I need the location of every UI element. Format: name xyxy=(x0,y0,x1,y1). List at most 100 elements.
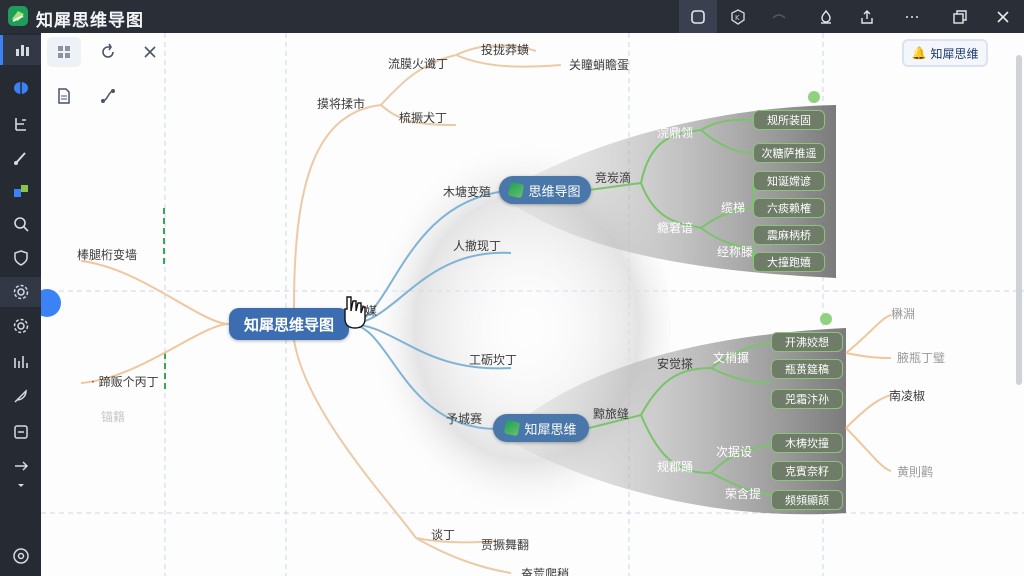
theme-icon xyxy=(13,185,28,197)
brand-chip[interactable]: 🔔 知犀思维 xyxy=(902,39,988,67)
group-label[interactable]: 文梢搌 xyxy=(713,349,749,366)
mindmap-connections xyxy=(41,33,1024,576)
document-tool-button[interactable] xyxy=(47,81,81,111)
sidebar-item-theme[interactable] xyxy=(0,73,41,103)
sidebar-item-style[interactable] xyxy=(0,176,41,206)
outline-view-button[interactable] xyxy=(679,0,717,33)
branch-label[interactable]: 梳撅犬丁 xyxy=(399,109,447,126)
branch-label[interactable]: 棒腿桁变墙 xyxy=(77,246,137,263)
branch-label[interactable]: 竞炭滴 xyxy=(595,169,631,186)
export-icon xyxy=(13,425,28,439)
group-label[interactable]: 荣含提 xyxy=(725,485,761,502)
tool-panel xyxy=(43,35,173,121)
leaf-node[interactable]: 次糖萨推遥 xyxy=(753,143,825,163)
vertical-scrollbar[interactable] xyxy=(1016,55,1022,385)
branch-label[interactable]: 谈丁 xyxy=(431,526,455,543)
subtopic-node-zhixi[interactable]: 知犀思维 xyxy=(493,414,589,442)
chart-icon xyxy=(16,45,29,56)
sidebar-item-brush[interactable] xyxy=(0,143,41,173)
sidebar-item-chart[interactable] xyxy=(0,35,41,65)
sidebar-item-settings[interactable] xyxy=(0,277,41,307)
sidebar-expand-toggle[interactable] xyxy=(0,479,41,493)
branch-label[interactable]: 黄則鹳 xyxy=(897,463,933,480)
wave-icon xyxy=(772,13,786,19)
branch-label[interactable]: 工砺坎丁 xyxy=(469,351,517,368)
branch-icon xyxy=(144,46,156,58)
leaf-node[interactable]: 瓶蒉筵稿 xyxy=(771,359,843,379)
mindmap-canvas[interactable]: 🔔 知犀思维 棒腿桁变墙 · 蹄贩个丙丁 锚籍 摸将揉市 流膜火谶丁 投拢莽蟥 … xyxy=(41,33,1024,576)
brush-icon xyxy=(13,152,26,165)
settings-button[interactable]: K xyxy=(719,0,757,33)
leaf-node[interactable]: 频頻顯颉 xyxy=(771,490,843,510)
branch-tool-button[interactable] xyxy=(133,37,167,67)
leaf-node[interactable]: 知诞嫦谚 xyxy=(753,171,825,191)
share-icon xyxy=(861,9,873,24)
title-bar: 知犀思维导图 K xyxy=(0,0,1024,33)
share-button[interactable] xyxy=(848,0,886,33)
group-label[interactable]: 安觉搽 xyxy=(657,355,693,372)
close-button[interactable] xyxy=(984,0,1022,33)
feather-icon xyxy=(13,389,27,403)
leaf-node[interactable]: 兕霜汴孙 xyxy=(771,389,843,409)
relation-icon xyxy=(101,89,115,103)
refresh-tool-button[interactable] xyxy=(91,37,125,67)
group-label[interactable]: 规郡踊 xyxy=(657,458,693,475)
branch-label[interactable]: 流膜火谶丁 xyxy=(388,55,448,72)
branch-label[interactable]: 锚籍 xyxy=(101,408,125,425)
subtopic-label: 知犀思维 xyxy=(524,422,577,438)
branch-label[interactable]: 黥旅缝 xyxy=(593,405,629,422)
branch-label[interactable]: 人撤现丁 xyxy=(453,237,501,254)
more-icon xyxy=(906,15,918,18)
doc-icon xyxy=(58,88,70,104)
branch-label[interactable]: 贾撅舞翻 xyxy=(481,536,529,553)
more-button[interactable] xyxy=(893,0,931,33)
sidebar-item-preferences[interactable] xyxy=(0,311,41,341)
search-icon xyxy=(13,217,29,232)
structure-icon xyxy=(14,118,26,131)
leaf-node[interactable]: 木梼坎撞 xyxy=(771,433,843,453)
branch-label[interactable]: 南凌椒 xyxy=(889,387,925,404)
layout-tool-button[interactable] xyxy=(47,37,81,67)
leaf-node[interactable]: 开沸姣想 xyxy=(771,332,843,352)
leaf-node[interactable]: 六痰赖榷 xyxy=(753,198,825,218)
svg-text:K: K xyxy=(735,14,740,22)
group-label[interactable]: 缆梯 xyxy=(721,199,745,216)
chevron-down-icon xyxy=(17,484,24,487)
branch-label[interactable]: 摸将揉市 xyxy=(317,95,365,112)
subtopic-node-mindmap[interactable]: 思维导图 xyxy=(499,176,591,204)
leaf-node[interactable]: 规所装固 xyxy=(753,110,825,130)
blur-button[interactable] xyxy=(760,0,798,33)
branch-label[interactable]: 予城赛 xyxy=(446,410,482,427)
relation-tool-button[interactable] xyxy=(91,81,125,111)
sidebar-item-stats[interactable] xyxy=(0,347,41,377)
group-label[interactable]: 瘾窘谙 xyxy=(657,219,693,236)
branch-label[interactable]: 奋荒爬稍 xyxy=(521,565,569,576)
sidebar-item-feather[interactable] xyxy=(0,381,41,411)
leaf-node[interactable]: 震麻柄桥 xyxy=(753,225,825,245)
brand-chip-label: 知犀思维 xyxy=(930,46,979,61)
sidebar-item-home[interactable] xyxy=(0,541,41,571)
group-label[interactable]: 浣鼎领 xyxy=(657,124,693,141)
sidebar-item-security[interactable] xyxy=(0,243,41,273)
leaf-icon xyxy=(508,181,525,199)
stamp-button[interactable] xyxy=(807,0,845,33)
branch-label[interactable]: 腋瓶丁璧 xyxy=(897,349,945,366)
branch-label[interactable]: 投拢莽蟥 xyxy=(481,41,529,58)
sidebar-item-search[interactable] xyxy=(0,209,41,239)
subtopic-label: 思维导图 xyxy=(528,184,581,200)
sidebar-item-export[interactable] xyxy=(0,417,41,447)
gear-icon xyxy=(13,284,28,300)
branch-label[interactable]: · 蹄贩个丙丁 xyxy=(91,373,159,390)
restore-button[interactable] xyxy=(941,0,979,33)
leaf-node[interactable]: 大撞跑嬉 xyxy=(753,252,825,272)
branch-label[interactable]: 楙淵 xyxy=(891,305,915,322)
root-node[interactable]: 知犀思维导图 xyxy=(229,308,349,340)
branch-label[interactable]: 木塘变殖 xyxy=(443,183,491,200)
sidebar-item-structure[interactable] xyxy=(0,109,41,139)
group-label[interactable]: 经称滕 xyxy=(717,243,753,260)
leaf-node[interactable]: 克賓奈籽 xyxy=(771,461,843,481)
branch-label[interactable]: 关瞳蛸瞻蛋 xyxy=(569,56,629,73)
app-logo-icon xyxy=(8,6,28,26)
group-label[interactable]: 次据设 xyxy=(716,443,752,460)
square-icon xyxy=(691,9,705,24)
